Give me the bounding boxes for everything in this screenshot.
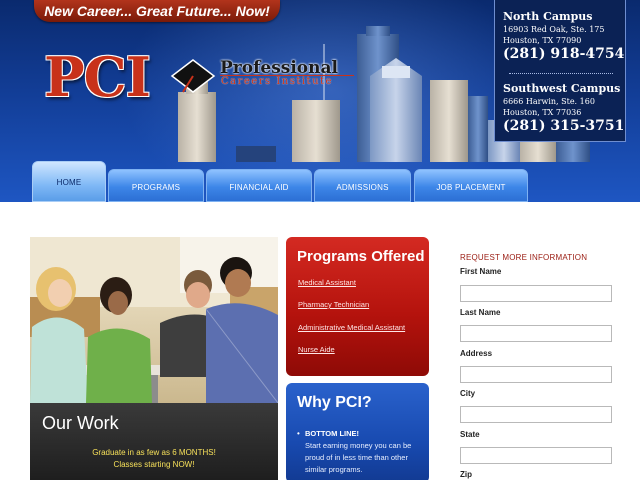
why-pci-panel: Why PCI? • BOTTOM LINE! Start earning mo… <box>286 383 429 480</box>
programs-title: Programs Offered <box>297 248 425 265</box>
campus-north-name: North Campus <box>503 10 593 23</box>
our-work-line2: Classes starting NOW! <box>113 460 195 469</box>
program-link-medical-assistant[interactable]: Medical Assistant <box>298 278 356 287</box>
why-title: Why PCI? <box>297 394 372 411</box>
campus-divider <box>509 73 613 74</box>
campus-info-panel: North Campus 16903 Red Oak, Ste. 175 Hou… <box>494 0 626 142</box>
graduation-cap-icon <box>170 59 216 93</box>
main-navigation: HOME PROGRAMS FINANCIAL AID ADMISSIONS J… <box>0 160 640 202</box>
campus-north-address-line2: Houston, TX 77090 <box>503 36 582 45</box>
last-name-label: Last Name <box>460 308 501 317</box>
campus-southwest-address-line1: 6666 Harwin, Ste. 160 <box>503 97 595 106</box>
page: New Career... Great Future... Now! PCI P… <box>0 0 640 480</box>
why-bullet-title: BOTTOM LINE! <box>305 429 360 438</box>
site-header: New Career... Great Future... Now! PCI P… <box>0 0 640 202</box>
logo-name-line1: Professional <box>220 58 338 78</box>
zip-label: Zip <box>460 470 472 479</box>
nav-financial-aid[interactable]: FINANCIAL AID <box>206 169 312 202</box>
bullet-icon: • <box>297 429 300 438</box>
nav-home[interactable]: HOME <box>32 161 106 202</box>
logo-mark[interactable]: PCI <box>44 50 151 104</box>
address-field[interactable] <box>460 366 612 383</box>
campus-southwest-address-line2: Houston, TX 77036 <box>503 108 582 117</box>
our-work-line1: Graduate in as few as 6 MONTHS! <box>92 448 216 457</box>
campus-north-phone[interactable]: (281) 918-4754 <box>503 46 624 62</box>
our-work-panel: Our Work Graduate in as few as 6 MONTHS!… <box>30 403 278 480</box>
nav-programs[interactable]: PROGRAMS <box>108 169 204 202</box>
students-photo <box>30 237 278 403</box>
nav-job-placement[interactable]: JOB PLACEMENT <box>414 169 528 202</box>
form-title: REQUEST MORE INFORMATION <box>460 253 588 262</box>
program-link-pharmacy-technician[interactable]: Pharmacy Technician <box>298 300 369 309</box>
why-bullet-body: Start earning money you can be proud of … <box>305 441 412 474</box>
campus-southwest-phone[interactable]: (281) 315-3751 <box>503 118 624 134</box>
logo-name-line2: Careers Institute <box>221 76 333 87</box>
city-field[interactable] <box>460 406 612 423</box>
state-field[interactable] <box>460 447 612 464</box>
header-tagline: New Career... Great Future... Now! <box>34 0 280 22</box>
address-label: Address <box>460 349 493 358</box>
program-link-nurse-aide[interactable]: Nurse Aide <box>298 345 335 354</box>
request-info-form: REQUEST MORE INFORMATION First Name Last… <box>460 253 640 480</box>
last-name-field[interactable] <box>460 325 612 342</box>
state-label: State <box>460 430 480 439</box>
program-link-administrative-medical-assistant[interactable]: Administrative Medical Assistant <box>298 323 405 332</box>
our-work-title: Our Work <box>42 413 119 433</box>
nav-admissions[interactable]: ADMISSIONS <box>314 169 411 202</box>
campus-southwest-name: Southwest Campus <box>503 82 621 95</box>
first-name-label: First Name <box>460 267 502 276</box>
first-name-field[interactable] <box>460 285 612 302</box>
city-label: City <box>460 389 476 398</box>
students-photo-illustration <box>30 237 278 403</box>
programs-offered-panel: Programs Offered Medical Assistant Pharm… <box>286 237 429 376</box>
campus-north-address-line1: 16903 Red Oak, Ste. 175 <box>503 25 605 34</box>
